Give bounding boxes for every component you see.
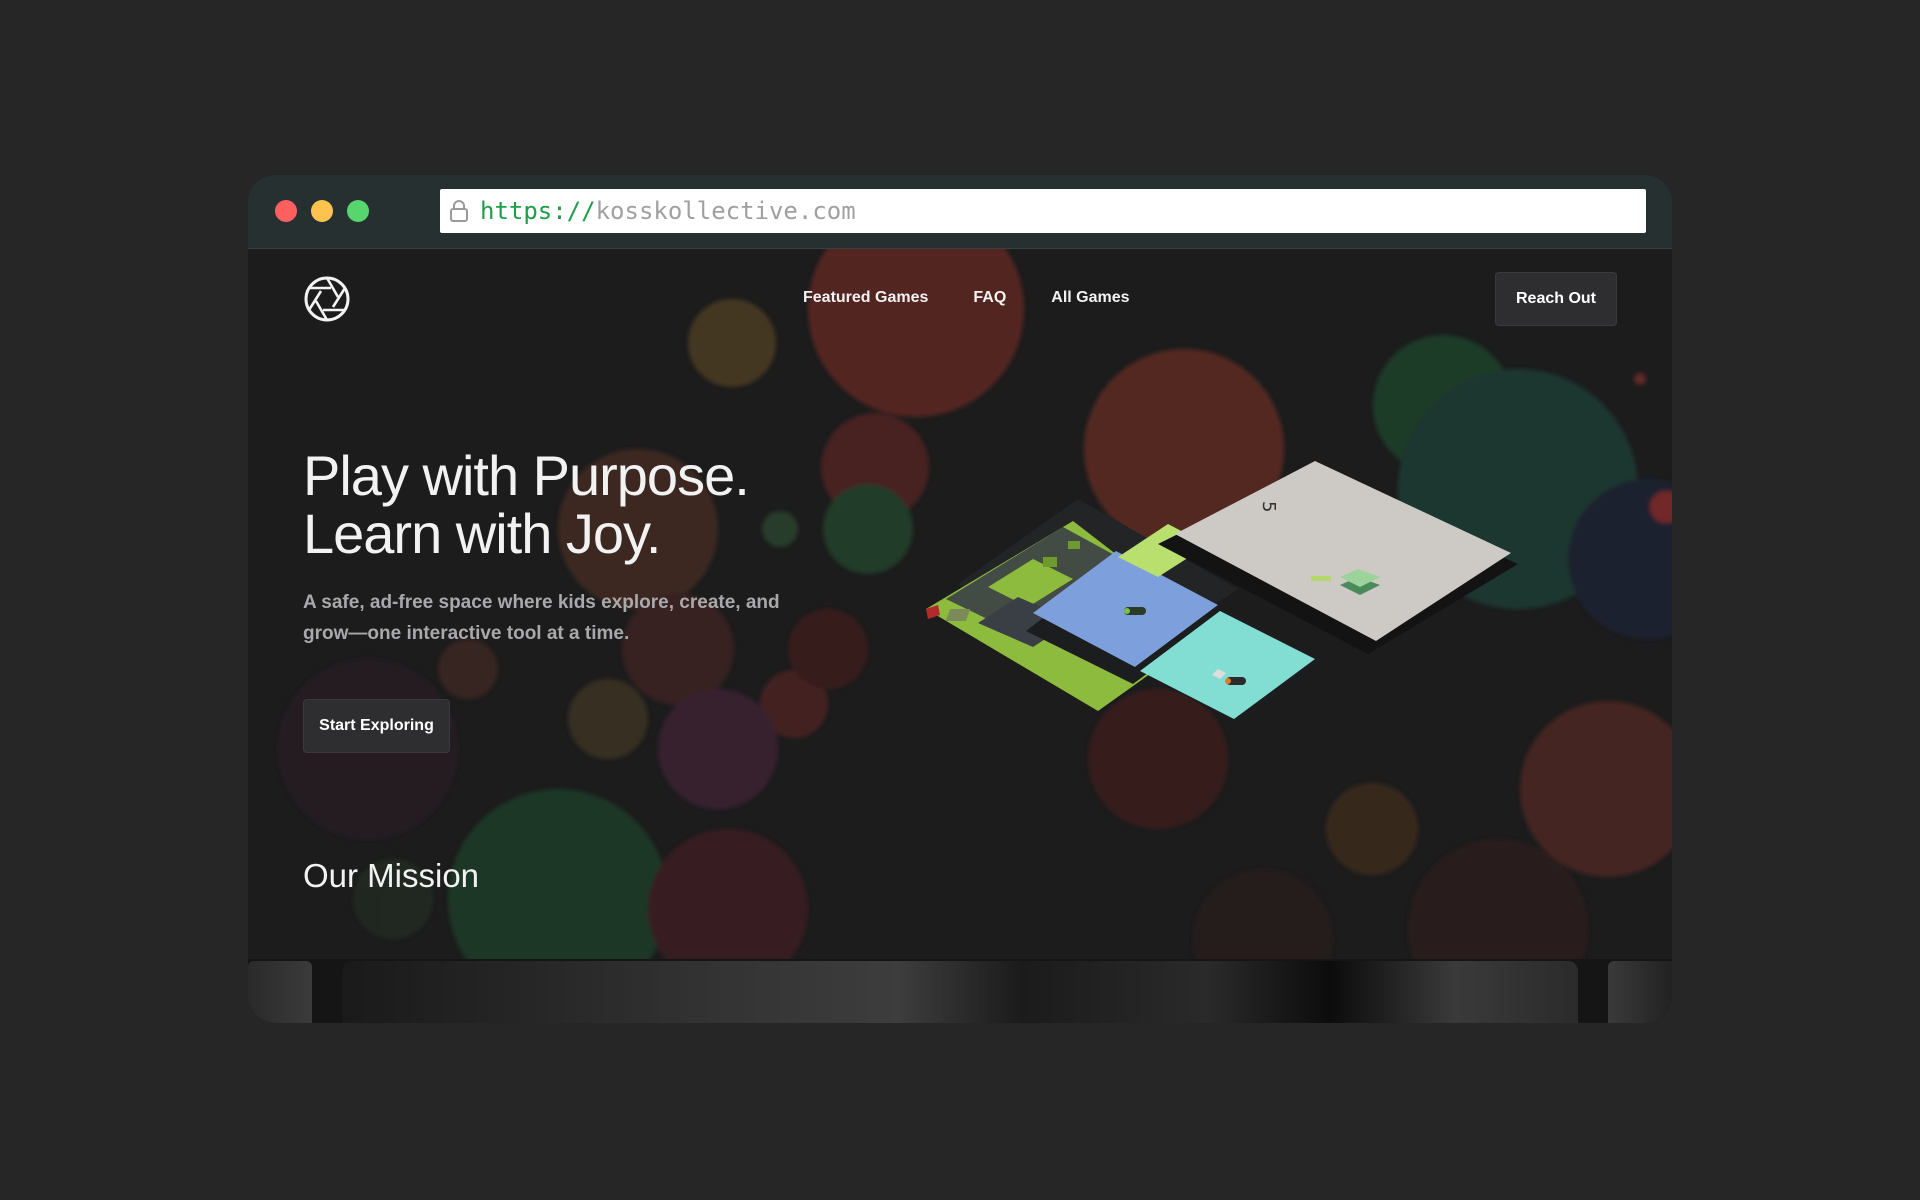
nav-featured-games[interactable]: Featured Games [803, 289, 928, 307]
mission-heading: Our Mission [303, 857, 480, 894]
maximize-window-button[interactable] [347, 200, 369, 222]
carousel-card-current[interactable] [342, 961, 1578, 1023]
hero-title-line-1: Play with Purpose. [303, 444, 750, 507]
main-nav: Featured Games FAQ All Games [803, 289, 1130, 307]
browser-window: https://kosskollective.com Featured Game… [248, 175, 1672, 1023]
nav-faq[interactable]: FAQ [973, 289, 1006, 307]
browser-titlebar: https://kosskollective.com [248, 175, 1672, 249]
hero-subtitle: A safe, ad-free space where kids explore… [303, 592, 780, 644]
game-score-text: 5 [1258, 501, 1279, 512]
carousel-card-previous[interactable] [248, 961, 312, 1023]
url-protocol: https:// [480, 197, 596, 225]
reach-out-button[interactable]: Reach Out [1495, 272, 1617, 326]
hero-title-line-2: Learn with Joy. [303, 502, 661, 565]
site-logo-aperture-icon[interactable] [303, 275, 351, 323]
minimize-window-button[interactable] [311, 200, 333, 222]
start-exploring-button[interactable]: Start Exploring [303, 699, 450, 753]
nav-all-games[interactable]: All Games [1051, 289, 1129, 307]
url-host: kosskollective.com [595, 197, 856, 225]
address-bar[interactable]: https://kosskollective.com [440, 189, 1646, 233]
carousel-card-next[interactable] [1608, 961, 1672, 1023]
close-window-button[interactable] [275, 200, 297, 222]
page-content: Featured Games FAQ All Games Reach Out P… [248, 249, 1672, 1023]
games-preview-illustration: 5 [926, 461, 1518, 724]
lock-icon [448, 199, 470, 223]
hero-title: Play with Purpose. Learn with Joy. [303, 447, 863, 563]
